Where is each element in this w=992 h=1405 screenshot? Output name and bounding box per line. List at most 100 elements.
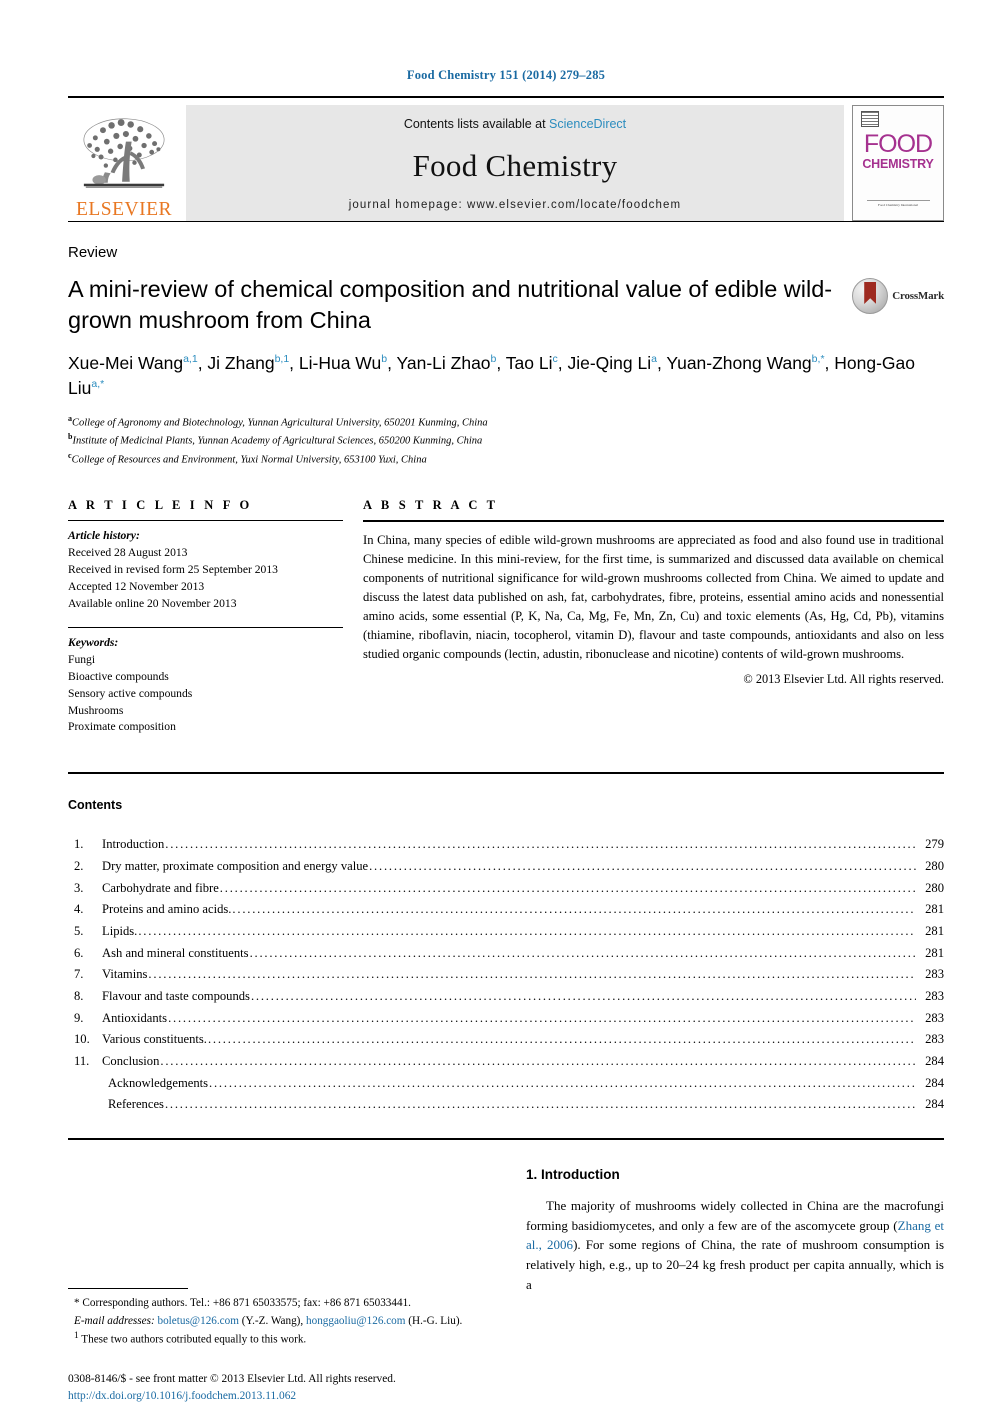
toc-page: 280	[925, 880, 944, 895]
toc-number: 8.	[74, 988, 84, 1003]
masthead-bottom-rule	[68, 221, 944, 222]
toc-label[interactable]: Lipids.	[102, 921, 137, 943]
info-abstract-section: A R T I C L E I N F O Article history: R…	[68, 498, 944, 736]
toc-leader: ........................................…	[148, 967, 916, 982]
toc-number: 11.	[74, 1053, 90, 1068]
toc-row[interactable]: 9. Antioxidants ........................…	[68, 1008, 944, 1030]
toc-row[interactable]: 5. Lipids. .............................…	[68, 921, 944, 943]
toc-label[interactable]: Dry matter, proximate composition and en…	[102, 856, 368, 878]
footnote-one-marker: 1	[74, 1331, 79, 1342]
bottom-columns: * Corresponding authors. Tel.: +86 871 6…	[68, 1166, 944, 1405]
toc-page: 281	[925, 923, 944, 938]
email-link-1[interactable]: boletus@126.com	[157, 1315, 238, 1327]
toc-row[interactable]: References .............................…	[68, 1094, 944, 1116]
toc-label[interactable]: Carbohydrate and fibre	[102, 878, 219, 900]
intro-text-pre: The majority of mushrooms widely collect…	[526, 1197, 944, 1233]
author-list: Xue-Mei Wanga,1, Ji Zhangb,1, Li-Hua Wub…	[68, 353, 915, 399]
abstract-copyright: © 2013 Elsevier Ltd. All rights reserved…	[743, 672, 944, 687]
toc-leader: ........................................…	[249, 945, 916, 960]
toc-page: 284	[925, 1053, 944, 1068]
toc-page: 283	[925, 1032, 944, 1047]
toc-leader: ........................................…	[168, 1010, 916, 1025]
toc-row[interactable]: 8. Flavour and taste compounds .........…	[68, 986, 944, 1008]
affiliations-list: aCollege of Agronomy and Biotechnology, …	[68, 413, 944, 468]
affiliation-c: cCollege of Resources and Environment, Y…	[68, 450, 944, 468]
email-link-2[interactable]: honggaoliu@126.com	[306, 1315, 405, 1327]
affiliation-b: bInstitute of Medicinal Plants, Yunnan A…	[68, 431, 944, 449]
sciencedirect-link[interactable]: ScienceDirect	[549, 117, 626, 131]
article-info-rule	[68, 520, 343, 522]
toc-row[interactable]: 10. Various constituents. ..............…	[68, 1029, 944, 1051]
toc-row[interactable]: 6. Ash and mineral constituents ........…	[68, 943, 944, 965]
email-addresses-label: E-mail addresses:	[74, 1314, 155, 1327]
footnote-star-marker: *	[74, 1296, 80, 1309]
toc-page: 280	[925, 859, 944, 873]
cover-footer-rule	[866, 199, 930, 201]
email-owner-1: (Y.-Z. Wang),	[241, 1314, 304, 1327]
toc-row[interactable]: Acknowledgements .......................…	[68, 1073, 944, 1095]
introduction-paragraph: The majority of mushrooms widely collect…	[526, 1196, 944, 1295]
elsevier-logo: ELSEVIER	[68, 105, 180, 221]
toc-label[interactable]: References	[108, 1094, 164, 1116]
equal-contribution-text: These two authors cotributed equally to …	[81, 1334, 307, 1347]
toc-number: 1.	[74, 837, 84, 852]
issn-line: 0308-8146/$ - see front matter © 2013 El…	[68, 1373, 396, 1385]
toc-label[interactable]: Acknowledgements	[108, 1073, 208, 1095]
journal-homepage-link[interactable]: journal homepage: www.elsevier.com/locat…	[186, 199, 844, 211]
abstract-text: In China, many species of edible wild-gr…	[363, 533, 944, 661]
paper-page: Food Chemistry 151 (2014) 279–285 ELSEVI…	[0, 0, 992, 1402]
toc-label[interactable]: Ash and mineral constituents	[102, 943, 249, 965]
toc-label[interactable]: Flavour and taste compounds	[102, 986, 250, 1008]
toc-leader: ........................................…	[138, 923, 916, 938]
doi-link[interactable]: http://dx.doi.org/10.1016/j.foodchem.201…	[68, 1388, 486, 1405]
toc-row[interactable]: 3. Carbohydrate and fibre ..............…	[68, 878, 944, 900]
footnotes-block: * Corresponding authors. Tel.: +86 871 6…	[68, 1295, 486, 1349]
article-info-column: A R T I C L E I N F O Article history: R…	[68, 498, 363, 736]
toc-label[interactable]: Conclusion	[102, 1051, 159, 1073]
toc-leader: ........................................…	[250, 988, 916, 1003]
toc-label[interactable]: Proteins and amino acids.	[102, 899, 231, 921]
toc-row[interactable]: 1. Introduction ........................…	[68, 834, 944, 856]
toc-label[interactable]: Antioxidants	[102, 1008, 167, 1030]
journal-cover-thumbnail: FOOD CHEMISTRY Food Chemistry Internatio…	[852, 105, 944, 221]
crossmark-badge[interactable]: CrossMark	[852, 278, 944, 314]
contents-bottom-rule	[68, 1137, 944, 1140]
toc-leader: ........................................…	[207, 1032, 916, 1047]
email-note: E-mail addresses: boletus@126.com (Y.-Z.…	[68, 1313, 486, 1330]
corresponding-author-note: * Corresponding authors. Tel.: +86 871 6…	[68, 1295, 486, 1312]
toc-number: 9.	[74, 1010, 84, 1025]
keywords-label: Keywords:	[68, 635, 119, 649]
contents-top-rule	[68, 772, 944, 775]
toc-row[interactable]: 4. Proteins and amino acids. ...........…	[68, 899, 944, 921]
toc-page: 283	[925, 967, 944, 982]
toc-number: 3.	[74, 880, 84, 895]
toc-label[interactable]: Vitamins	[102, 964, 147, 986]
history-item: Accepted 12 November 2013	[68, 579, 205, 593]
article-type: Review	[68, 244, 118, 261]
keyword-item: Sensory active compounds	[68, 686, 193, 700]
keyword-item: Proximate composition	[68, 720, 176, 734]
toc-leader: ........................................…	[219, 880, 916, 895]
article-history-label: Article history:	[68, 529, 140, 543]
toc-label[interactable]: Introduction	[102, 834, 164, 856]
keyword-item: Fungi	[68, 652, 96, 666]
toc-number: 10.	[74, 1032, 90, 1047]
toc-label[interactable]: Various constituents.	[102, 1029, 207, 1051]
contents-available-prefix: Contents lists available at	[403, 117, 550, 131]
toc-row[interactable]: 7. Vitamins ............................…	[68, 964, 944, 986]
toc-number: 7.	[74, 967, 84, 982]
toc-leader: ........................................…	[165, 837, 916, 852]
elsevier-wordmark: ELSEVIER	[75, 198, 173, 220]
toc-leader: ........................................…	[209, 1075, 916, 1090]
keyword-item: Bioactive compounds	[68, 669, 169, 683]
toc-leader: ........................................…	[232, 902, 916, 917]
journal-masthead: ELSEVIER Contents lists available at Sci…	[68, 105, 944, 221]
toc-page: 283	[925, 1010, 944, 1025]
toc-row[interactable]: 2. Dry matter, proximate composition and…	[68, 856, 944, 878]
page-title: A mini-review of chemical composition an…	[68, 276, 833, 333]
affiliation-text: College of Resources and Environment, Yu…	[71, 454, 427, 466]
cover-publisher-icon	[861, 111, 879, 127]
toc-leader: ........................................…	[369, 859, 916, 873]
journal-title: Food Chemistry	[412, 148, 618, 183]
toc-row[interactable]: 11. Conclusion .........................…	[68, 1051, 944, 1073]
